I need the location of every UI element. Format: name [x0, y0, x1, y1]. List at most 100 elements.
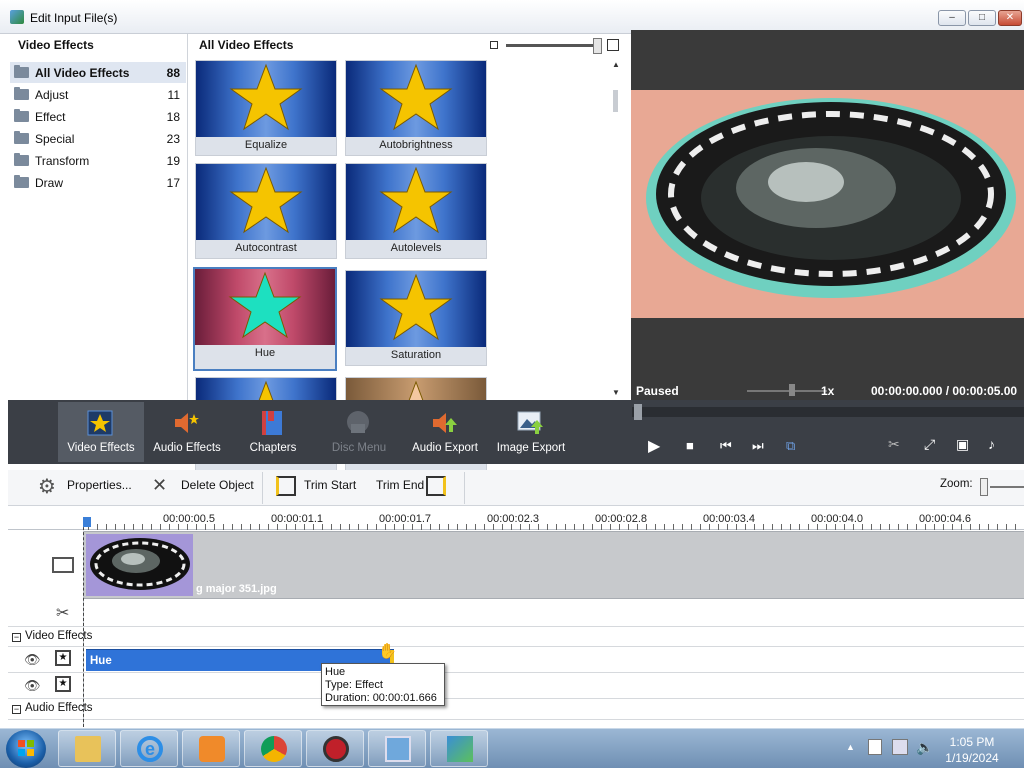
scroll-thumb[interactable] — [613, 90, 618, 112]
effect-star-icon[interactable]: ★ — [55, 650, 71, 666]
category-special[interactable]: Special 23 — [10, 128, 186, 149]
zoom-slider-handle[interactable] — [980, 478, 988, 496]
eye-icon[interactable]: 👁 — [24, 652, 41, 668]
zoom-slider[interactable] — [990, 486, 1024, 488]
effects-scrollbar[interactable]: ▲ ▼ — [609, 60, 621, 400]
small-thumbnails-icon[interactable] — [490, 41, 498, 49]
toolbar-label: Audio Export — [412, 442, 478, 454]
speed-slider-handle[interactable] — [789, 384, 795, 396]
video-effects-button[interactable]: Video Effects — [58, 402, 144, 462]
effect-thumbnail — [196, 61, 336, 137]
clip-image — [86, 534, 193, 596]
effect-tile[interactable]: Autocontrast — [195, 163, 337, 259]
audio-export-icon — [433, 413, 457, 433]
category-label: All Video Effects — [35, 66, 130, 80]
audio-export-button[interactable]: Audio Export — [402, 402, 488, 462]
category-adjust[interactable]: Adjust 11 — [10, 84, 186, 105]
seek-handle[interactable] — [634, 404, 642, 420]
gear-icon[interactable]: ⚙ — [38, 474, 56, 499]
disc-menu-icon — [347, 411, 369, 433]
action-center-icon[interactable] — [868, 739, 882, 755]
taskbar-control-panel[interactable] — [368, 730, 426, 767]
effect-tile[interactable]: Autobrightness — [345, 60, 487, 156]
minimize-button[interactable]: – — [938, 10, 966, 26]
playhead-line[interactable] — [83, 517, 84, 727]
effect-thumbnail — [195, 269, 335, 345]
taskbar: e ▲ 🔈 — [0, 728, 1024, 768]
taskbar-ie[interactable]: e — [120, 730, 178, 767]
category-label: Special — [35, 132, 75, 146]
snapshot-icon[interactable]: ▣ — [956, 436, 969, 453]
windows-logo-icon — [18, 740, 34, 756]
volume-icon[interactable]: ♪ — [988, 436, 995, 452]
taskbar-clock[interactable]: 1:05 PM 1/19/2024 — [942, 734, 1002, 766]
effect-name: Autobrightness — [379, 139, 453, 151]
effect-tile[interactable]: Autolevels — [345, 163, 487, 259]
next-frame-icon[interactable]: ⏭ — [752, 438, 764, 454]
effect-tooltip: Hue Type: Effect Duration: 00:00:01.666 — [321, 663, 445, 706]
previous-frame-icon[interactable]: ⏮ — [720, 438, 732, 454]
trim-start-button[interactable]: Trim Start — [304, 478, 356, 492]
preview-mode-icon[interactable]: ⧉ — [786, 438, 795, 454]
star-icon — [229, 63, 303, 131]
scroll-down-icon[interactable]: ▼ — [612, 388, 620, 397]
eye-icon[interactable]: 👁 — [24, 678, 41, 694]
toolbar-label: Video Effects — [67, 442, 135, 454]
taskbar-explorer[interactable] — [58, 730, 116, 767]
effect-name: Equalize — [244, 139, 288, 151]
effect-tile[interactable]: Saturation — [345, 270, 487, 366]
scroll-up-icon[interactable]: ▲ — [612, 60, 620, 69]
category-transform[interactable]: Transform 19 — [10, 150, 186, 171]
thumbnail-size-handle[interactable] — [593, 38, 602, 54]
trim-end-icon[interactable] — [426, 476, 446, 496]
trim-end-button[interactable]: Trim End — [376, 478, 424, 492]
clip-name: g major 351.jpg — [196, 583, 277, 595]
toolbar-label: Chapters — [249, 442, 297, 454]
large-thumbnails-icon[interactable] — [607, 39, 619, 51]
delete-icon[interactable]: ✕ — [152, 475, 167, 496]
effect-star-icon[interactable]: ★ — [55, 676, 71, 692]
maximize-button[interactable]: □ — [968, 10, 996, 26]
effect-tile[interactable]: Equalize — [195, 60, 337, 156]
network-icon[interactable] — [892, 739, 908, 755]
category-all-video-effects[interactable]: All Video Effects 88 — [10, 62, 186, 83]
category-effect[interactable]: Effect 18 — [10, 106, 186, 127]
cut-icon[interactable]: ✂ — [888, 436, 900, 453]
close-button[interactable]: ✕ — [998, 10, 1022, 26]
speed-slider[interactable] — [747, 390, 827, 392]
timeline-ruler[interactable]: 00:00:00.5 00:00:01.1 00:00:01.7 00:00:0… — [8, 508, 1024, 530]
track-divider — [8, 719, 1024, 720]
taskbar-media[interactable] — [182, 730, 240, 767]
category-draw[interactable]: Draw 17 — [10, 172, 186, 193]
fullscreen-icon[interactable]: ⤢ — [924, 436, 935, 453]
start-button[interactable] — [6, 730, 46, 768]
ruler-ticks — [88, 524, 1024, 530]
preview-panel: Paused 1x 00:00:00.000 / 00:00:05.00 — [631, 30, 1024, 400]
clock-time: 1:05 PM — [949, 735, 995, 749]
preview-image — [631, 90, 1024, 318]
taskbar-chrome[interactable] — [244, 730, 302, 767]
seek-bar[interactable] — [632, 404, 1024, 420]
trim-start-icon[interactable] — [276, 476, 296, 496]
show-hidden-icons[interactable]: ▲ — [846, 742, 855, 752]
taskbar-app[interactable] — [306, 730, 364, 767]
thumbnail-size-slider[interactable] — [506, 44, 596, 47]
play-icon[interactable]: ▶ — [648, 436, 660, 456]
video-effects-section[interactable]: − Video Effects — [12, 630, 92, 642]
audio-effects-button[interactable]: Audio Effects — [144, 402, 230, 462]
properties-button[interactable]: Properties... — [67, 478, 132, 492]
effect-tile[interactable]: Hue — [193, 267, 337, 371]
volume-muted-icon[interactable]: 🔈 — [916, 739, 933, 756]
chapters-button[interactable]: Chapters — [230, 402, 316, 462]
image-export-button[interactable]: Image Export — [488, 402, 574, 462]
audio-effects-section[interactable]: − Audio Effects — [12, 702, 93, 714]
clip-thumbnail[interactable] — [86, 534, 193, 596]
playhead-marker[interactable] — [83, 517, 91, 527]
stop-icon[interactable]: ■ — [686, 438, 694, 453]
scissors-icon[interactable]: ✂ — [56, 603, 69, 623]
folder-icon — [14, 175, 29, 188]
tooltip-name: Hue — [325, 666, 346, 678]
disc-menu-button[interactable]: Disc Menu — [316, 402, 402, 462]
taskbar-video-converter[interactable] — [430, 730, 488, 767]
delete-object-button[interactable]: Delete Object — [181, 478, 254, 492]
